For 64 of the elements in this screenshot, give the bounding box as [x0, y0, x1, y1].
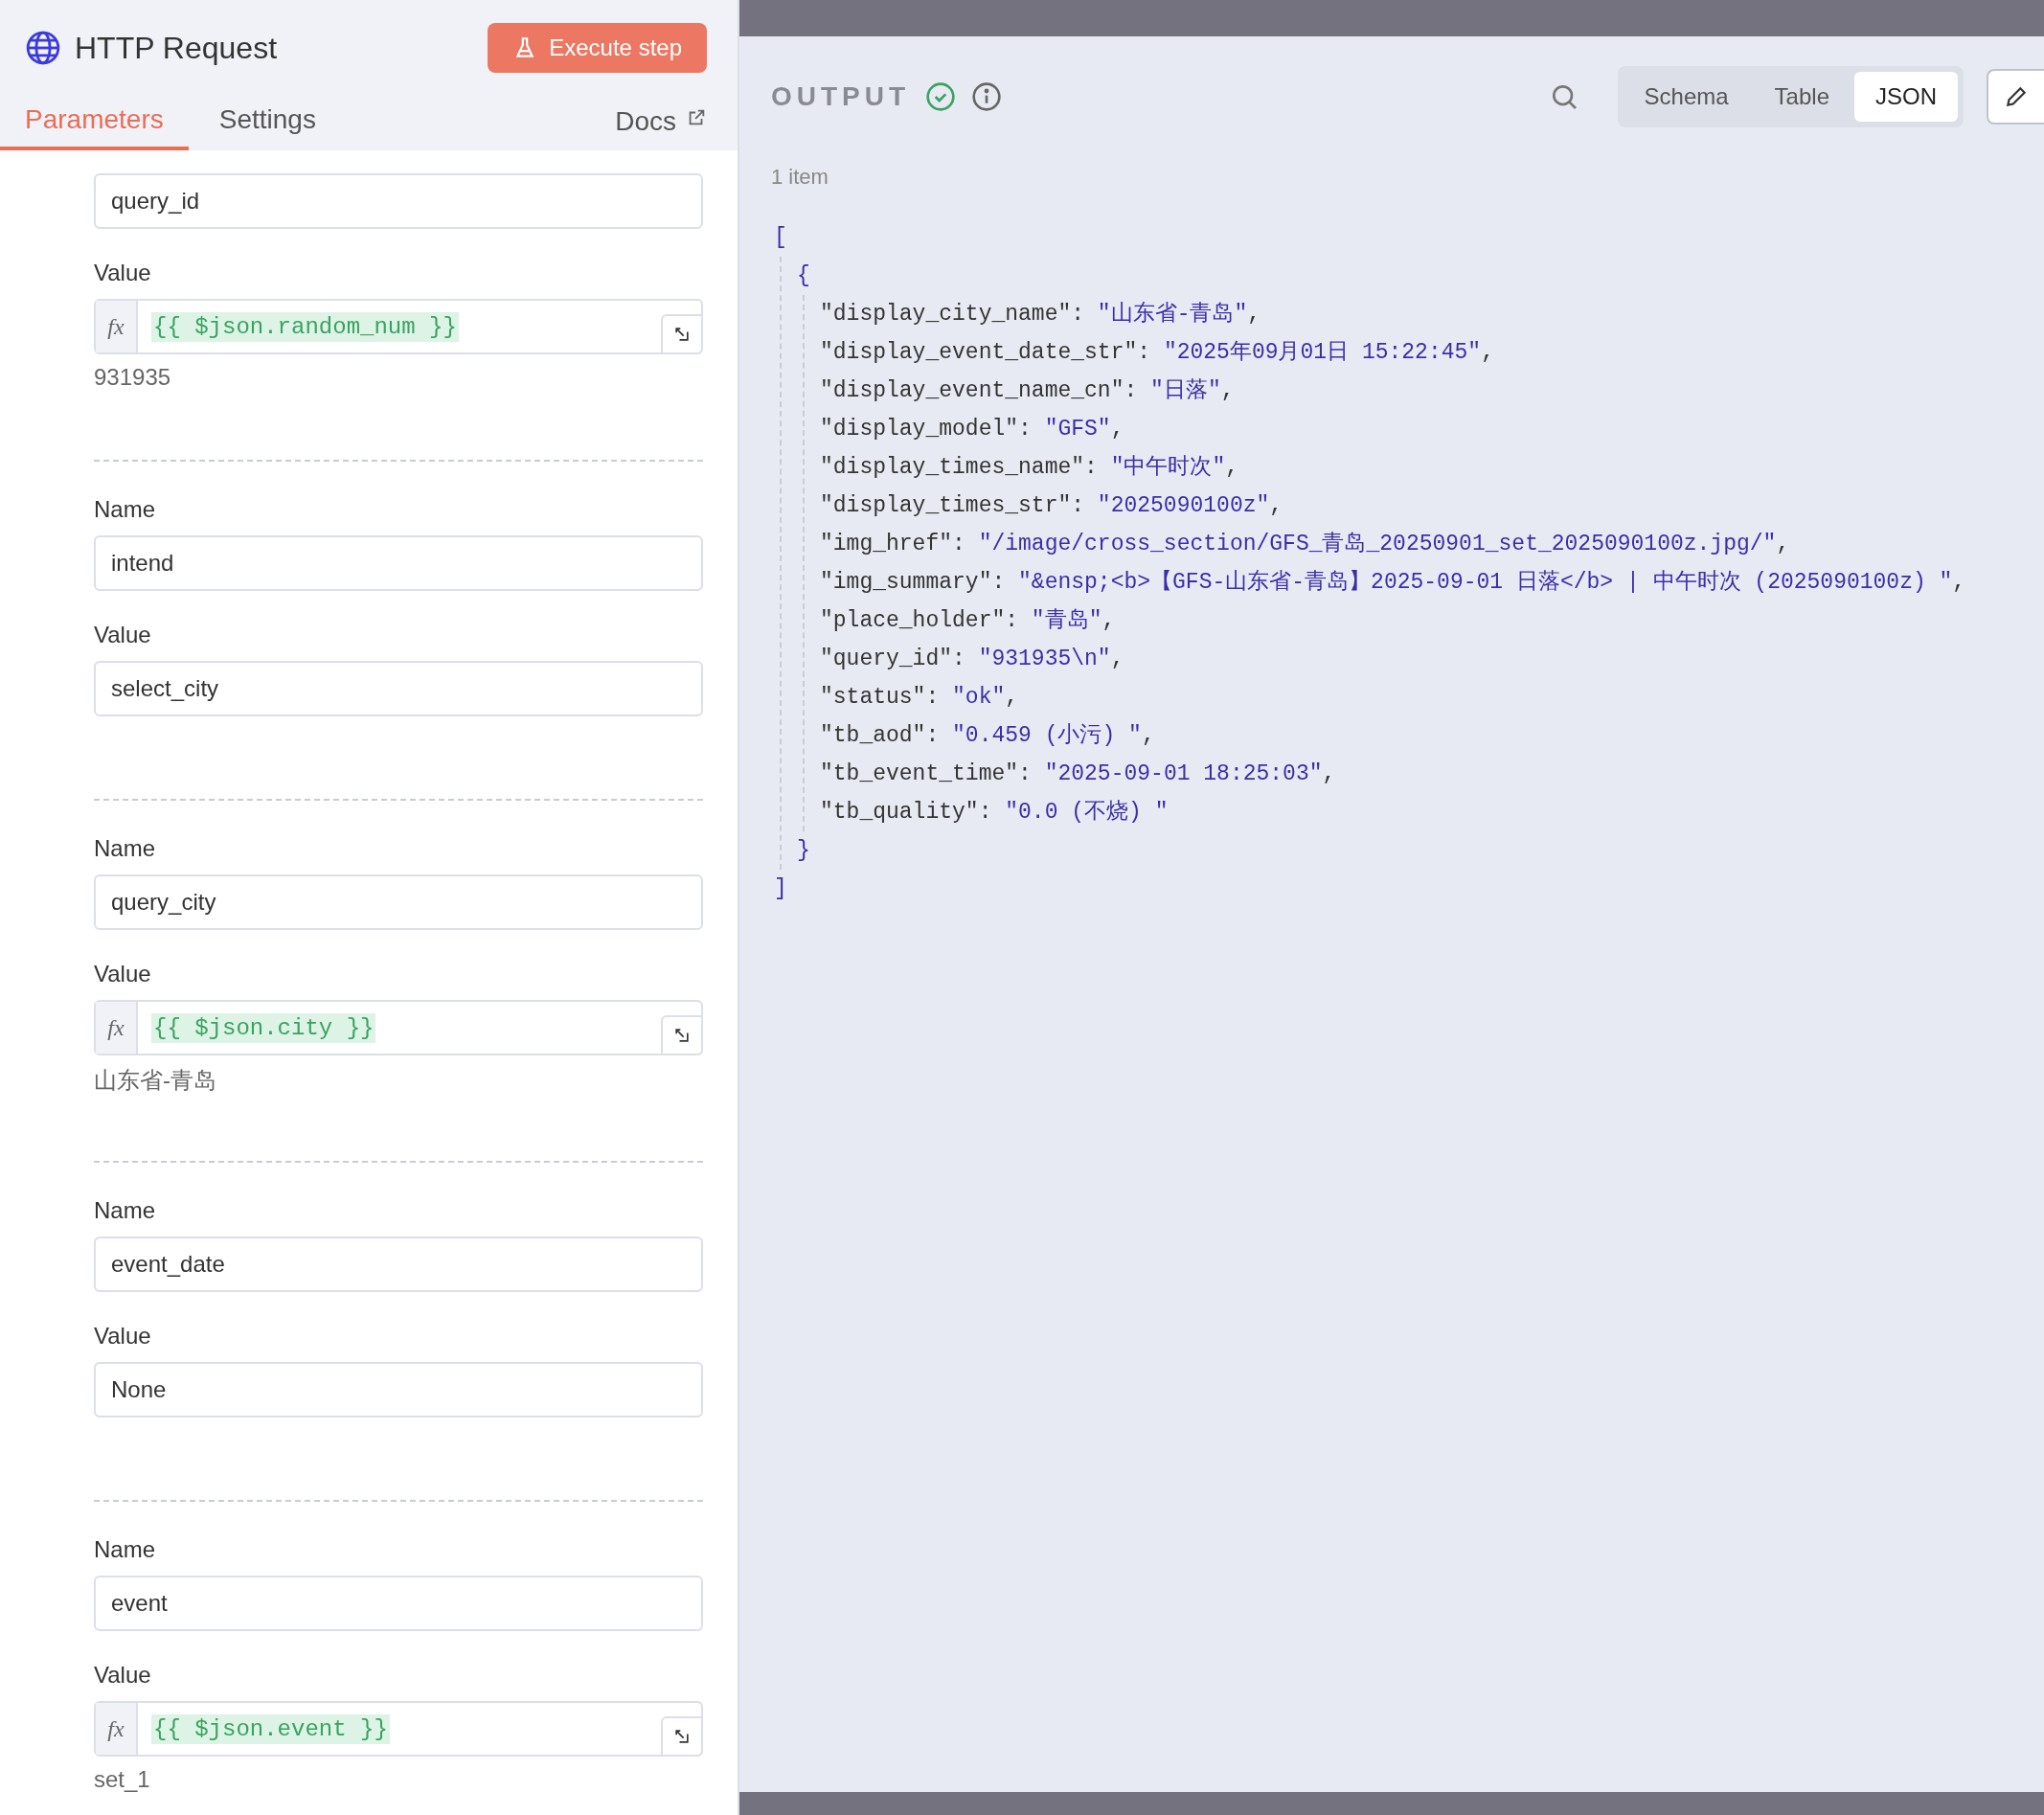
expression-result: 931935	[94, 364, 172, 392]
json-bracket: ]	[774, 875, 788, 903]
expand-icon	[672, 1026, 692, 1045]
json-line: "tb_aod": "0.459 (小污) ",	[820, 722, 1156, 750]
json-line: "query_id": "931935\n",	[820, 646, 1125, 673]
json-line: "display_event_date_str": "2025年09月01日 15:22:45",	[820, 339, 1495, 367]
view-tab[interactable]: Schema	[1623, 72, 1750, 122]
json-line: "display_model": "GFS",	[820, 416, 1125, 443]
name-field[interactable]: query_city	[94, 874, 703, 930]
field-label: Name	[94, 1536, 157, 1563]
expression-field[interactable]: fx {{ $json.city }}	[94, 1000, 703, 1055]
json-line: "display_times_name": "中午时次",	[820, 454, 1240, 482]
field-label: Name	[94, 1197, 157, 1224]
view-tab[interactable]: JSON	[1854, 72, 1958, 122]
json-line: "display_city_name": "山东省-青岛",	[820, 301, 1262, 329]
expand-button[interactable]	[661, 1716, 703, 1757]
field-label: Value	[94, 1323, 152, 1350]
output-title: OUTPUT	[771, 81, 911, 112]
json-bracket: [	[774, 224, 788, 252]
expression-result: 山东省-青岛	[94, 1066, 217, 1095]
field-label: Value	[94, 961, 152, 987]
value-field[interactable]: select_city	[94, 661, 703, 716]
tab[interactable]: Settings	[193, 104, 341, 150]
field-label: Name	[94, 835, 157, 862]
pencil-icon	[2004, 84, 2029, 109]
field-label: Value	[94, 260, 152, 286]
expression-text: {{ $json.city }}	[151, 1012, 376, 1043]
expand-icon	[672, 1727, 692, 1746]
expression-field[interactable]: fx {{ $json.random_num }}	[94, 299, 703, 354]
edit-button[interactable]	[1987, 69, 2044, 125]
json-line: "display_event_name_cn": "日落",	[820, 377, 1236, 405]
view-tab[interactable]: Table	[1753, 72, 1851, 122]
expand-icon	[672, 325, 692, 344]
fx-label: fx	[96, 1002, 138, 1054]
expression-text: {{ $json.event }}	[151, 1713, 390, 1744]
json-line: "place_holder": "青岛",	[820, 607, 1117, 635]
json-line: "tb_quality": "0.0 (不烧) "	[820, 799, 1170, 827]
item-count: 1 item	[770, 164, 829, 190]
fx-label: fx	[96, 301, 138, 352]
json-bracket: }	[797, 837, 811, 865]
fx-label: fx	[96, 1703, 138, 1755]
value-field[interactable]: None	[94, 1362, 703, 1418]
json-line: "display_times_str": "2025090100z",	[820, 492, 1284, 520]
name-field[interactable]: event	[94, 1576, 703, 1631]
field-label: Value	[94, 1662, 152, 1689]
name-field[interactable]: event_date	[94, 1236, 703, 1292]
info-icon[interactable]	[971, 81, 1003, 112]
json-line: "img_href": "/image/cross_section/GFS_青岛_20250901_set_2025090100z.jpg/",	[820, 531, 1791, 558]
json-line: "status": "ok",	[820, 684, 1020, 712]
field-label: Name	[94, 496, 157, 523]
name-field[interactable]: intend	[94, 535, 703, 591]
json-line: "img_summary": "&ensp;<b>【GFS-山东省-青岛】2025-09-01 日落</b> | 中午时次 (2025090100z) ",	[820, 569, 1967, 597]
expand-button[interactable]	[661, 1015, 703, 1055]
docs-link[interactable]: Docs	[615, 106, 707, 150]
expression-result: set_1	[94, 1766, 151, 1794]
expression-text: {{ $json.random_num }}	[151, 311, 459, 342]
expand-button[interactable]	[661, 314, 703, 354]
json-bracket: {	[797, 262, 811, 290]
node-title: HTTP Request	[75, 30, 278, 66]
name-field[interactable]: query_id	[94, 173, 703, 229]
field-label: Value	[94, 622, 152, 648]
globe-icon	[25, 30, 61, 66]
expression-field[interactable]: fx {{ $json.event }}	[94, 1701, 703, 1757]
json-line: "tb_event_time": "2025-09-01 18:25:03",	[820, 760, 1337, 788]
